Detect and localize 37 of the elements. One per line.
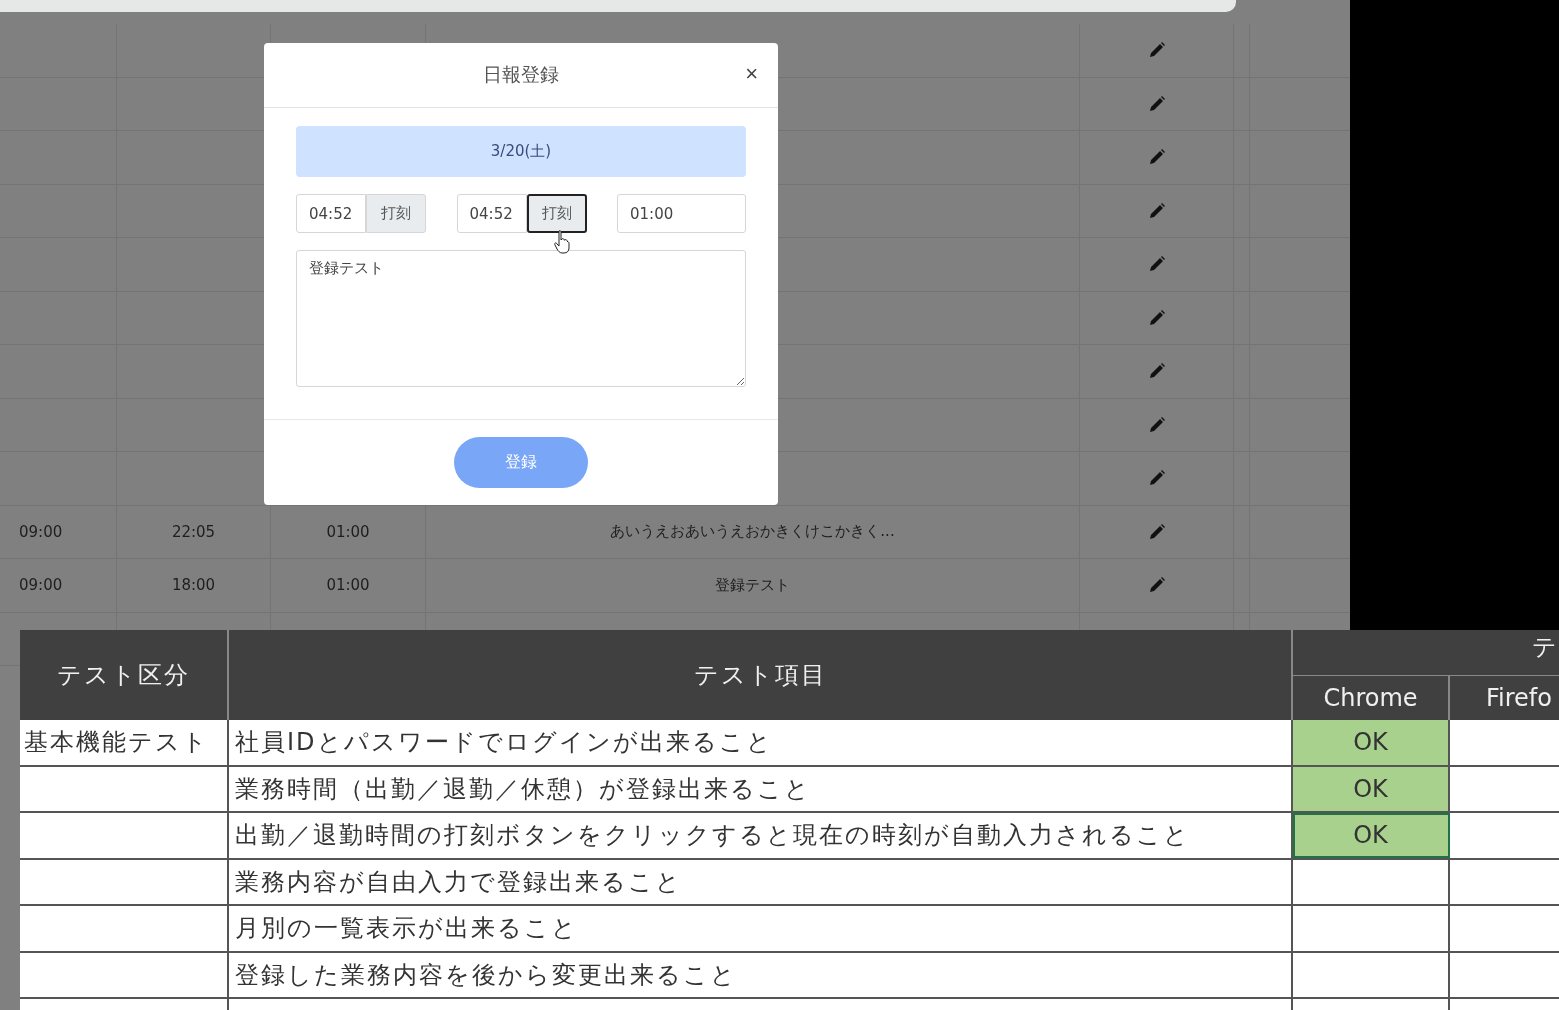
table-cell: 09:00	[0, 505, 117, 558]
table-cell: 09:00	[0, 559, 117, 612]
modal-title: 日報登録	[483, 62, 559, 87]
time-input[interactable]: 04:52	[296, 194, 366, 233]
stamp-button[interactable]: 打刻	[526, 194, 587, 233]
group-header: テ	[1293, 630, 1559, 676]
content-field[interactable]: 登録テスト	[296, 250, 746, 387]
break-time-input[interactable]: 01:00	[617, 194, 746, 233]
result-cell: OK	[1293, 766, 1450, 811]
pencil-icon[interactable]	[1147, 41, 1166, 60]
pencil-icon[interactable]	[1147, 415, 1166, 434]
date-banner: 3/20(土)	[296, 126, 746, 177]
pencil-icon[interactable]	[1147, 576, 1166, 595]
result-cell: OK	[1293, 813, 1450, 858]
pencil-icon[interactable]	[1147, 308, 1166, 327]
pencil-icon[interactable]	[1147, 255, 1166, 274]
table-cell: 18:00	[117, 559, 271, 612]
table-cell: 基本機能テスト	[20, 720, 229, 765]
close-button[interactable]: ×	[741, 63, 762, 85]
time-input[interactable]: 04:52	[456, 194, 527, 233]
pencil-icon[interactable]	[1147, 201, 1166, 220]
stamp-button[interactable]: 打刻	[366, 194, 426, 233]
table-cell: 01:00	[271, 559, 426, 612]
pencil-icon[interactable]	[1147, 94, 1166, 113]
column-header: テスト区分	[20, 630, 229, 720]
pencil-icon[interactable]	[1147, 469, 1166, 488]
table-cell: 登録した業務内容を後から変更出来ること	[229, 952, 1293, 997]
pencil-icon[interactable]	[1147, 148, 1166, 167]
table-cell: 月別の一覧表示が出来ること	[229, 906, 1293, 951]
result-cell: OK	[1293, 720, 1450, 765]
pencil-icon[interactable]	[1147, 362, 1166, 381]
pencil-icon[interactable]	[1147, 522, 1166, 541]
column-header: Firefo	[1485, 683, 1553, 714]
table-cell: 22:05	[117, 505, 271, 558]
column-header: テスト項目	[229, 630, 1293, 720]
table-cell: 登録テスト	[426, 559, 1080, 612]
table-cell: 業務内容が自由入力で登録出来ること	[229, 859, 1293, 904]
